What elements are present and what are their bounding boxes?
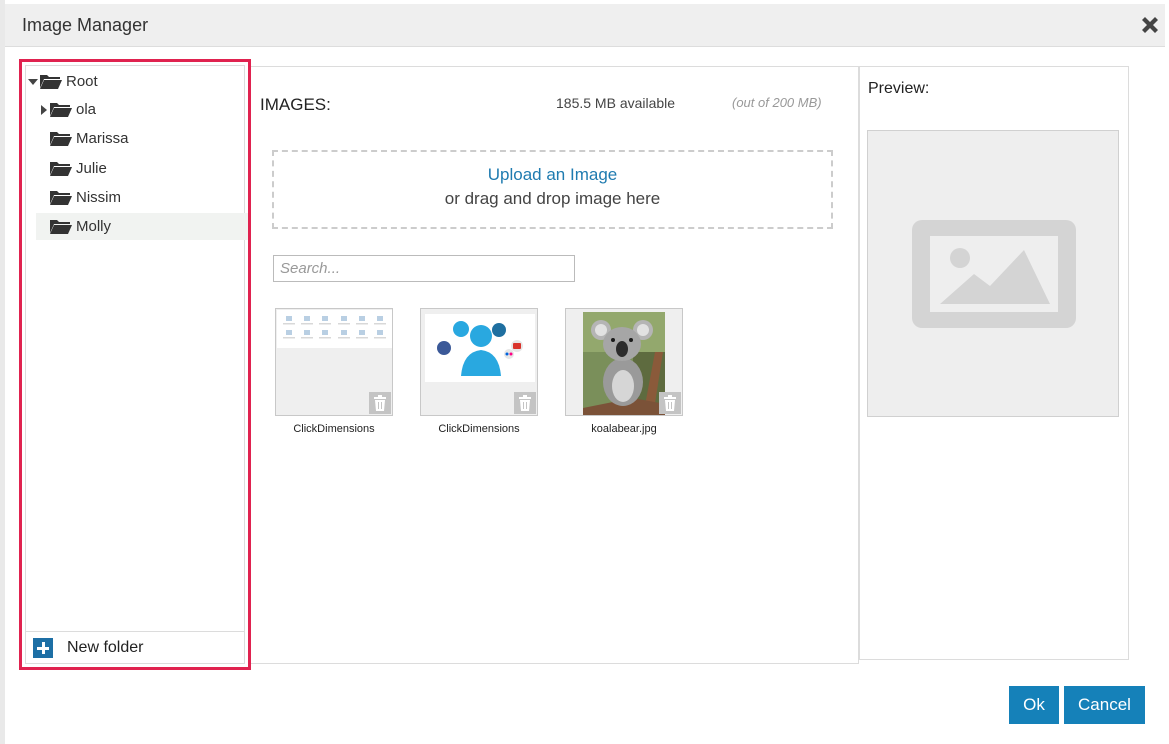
caret-right-icon[interactable] (40, 104, 48, 115)
trash-icon (664, 395, 676, 411)
delete-image-button[interactable] (659, 392, 681, 414)
cancel-button[interactable]: Cancel (1064, 686, 1145, 724)
folder-tree: Root ola Marissa Julie Nissim Molly New … (25, 65, 248, 664)
upload-dropzone[interactable]: Upload an Image or drag and drop image h… (272, 150, 833, 229)
trash-icon (374, 395, 386, 411)
tree-item-label: Molly (76, 218, 112, 235)
folder-open-icon (50, 220, 72, 234)
tree-item-label: Julie (76, 160, 107, 177)
tree-item-marissa[interactable]: Marissa (50, 125, 129, 152)
tree-item-ola[interactable]: ola (40, 96, 96, 123)
delete-image-button[interactable] (369, 392, 391, 414)
thumbnail-frame (420, 308, 538, 416)
tree-item-julie[interactable]: Julie (50, 155, 107, 182)
thumbnail-frame (275, 308, 393, 416)
folder-open-icon (40, 75, 62, 89)
tree-item-label: Root (66, 73, 98, 90)
close-icon[interactable] (1138, 13, 1162, 37)
search-input[interactable] (273, 255, 575, 282)
folder-open-icon (50, 132, 72, 146)
preview-panel: Preview: (859, 66, 1129, 660)
delete-image-button[interactable] (514, 392, 536, 414)
ok-button[interactable]: Ok (1009, 686, 1059, 724)
folder-open-icon (50, 162, 72, 176)
image-caption: ClickDimensions (293, 423, 375, 435)
folder-open-icon (50, 191, 72, 205)
koala-photo (583, 312, 665, 415)
preview-box (867, 130, 1119, 417)
folder-open-icon (50, 103, 72, 117)
preview-label: Preview: (868, 80, 930, 97)
upload-image-link[interactable]: Upload an Image (274, 165, 831, 185)
left-edge (0, 0, 5, 744)
tree-item-root[interactable]: Root (28, 68, 98, 95)
new-folder-label: New folder (67, 638, 144, 656)
caret-down-icon[interactable] (28, 77, 38, 87)
social-network-image (425, 314, 535, 382)
images-panel: IMAGES: 185.5 MB available (out of 200 M… (251, 66, 859, 664)
dialog-title: Image Manager (22, 15, 149, 35)
image-thumbnail[interactable]: ClickDimensions (420, 308, 538, 435)
title-bar: Image Manager (5, 4, 1165, 47)
folder-panel: Root ola Marissa Julie Nissim Molly New … (19, 59, 251, 670)
tree-item-label: ola (76, 101, 97, 118)
storage-available: 185.5 MB available (556, 95, 676, 111)
image-manager-dialog: Image Manager Root ola Marissa Julie Nis… (0, 0, 1169, 744)
image-thumbnail[interactable]: ClickDimensions (275, 308, 393, 435)
new-folder-button[interactable]: New folder (26, 631, 244, 663)
images-heading: IMAGES: (260, 95, 331, 114)
storage-quota: (out of 200 MB) (732, 95, 822, 110)
trash-icon (519, 395, 531, 411)
drag-drop-hint: or drag and drop image here (444, 189, 661, 208)
thumbnail-frame (565, 308, 683, 416)
image-placeholder-icon (912, 220, 1076, 328)
tree-item-molly[interactable]: Molly (36, 213, 248, 240)
tree-item-label: Marissa (76, 130, 129, 147)
icon-grid-image (277, 310, 392, 348)
image-caption: koalabear.jpg (591, 423, 657, 435)
image-caption: ClickDimensions (438, 423, 520, 435)
plus-icon (33, 637, 53, 658)
tree-item-nissim[interactable]: Nissim (50, 184, 121, 211)
tree-item-label: Nissim (76, 189, 121, 206)
image-thumbnail[interactable]: koalabear.jpg (565, 308, 683, 435)
